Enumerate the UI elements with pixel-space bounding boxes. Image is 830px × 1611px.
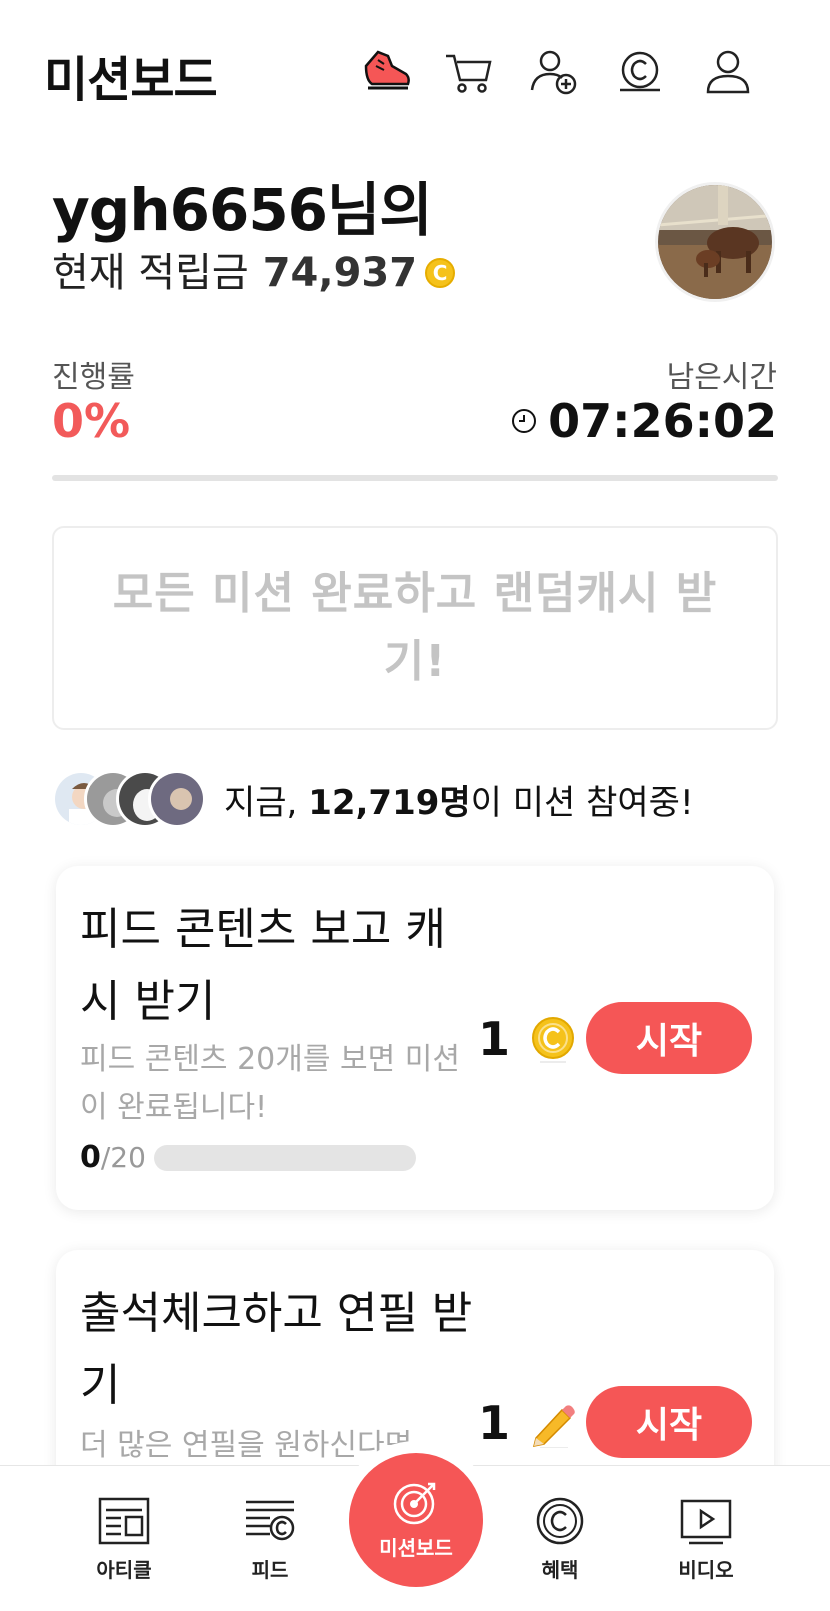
page-title: 미션보드 <box>44 52 218 108</box>
mission-reward: 1 <box>478 1012 578 1066</box>
reward-amount: 1 <box>478 1396 511 1450</box>
tab-mission-board[interactable]: 미션보드 <box>349 1453 483 1587</box>
pencil-icon <box>533 1405 575 1448</box>
avatar[interactable] <box>655 182 775 302</box>
balance-value: 74,937 <box>262 250 418 296</box>
user-icon[interactable] <box>700 44 756 100</box>
start-button[interactable]: 시작 <box>586 1386 752 1458</box>
tab-video[interactable]: 비디오 <box>646 1496 766 1583</box>
username-greeting: ygh6656님의 <box>52 176 433 244</box>
tab-feed[interactable]: 피드 <box>210 1496 330 1583</box>
top-header: 미션보드 <box>0 0 830 145</box>
remaining-time-label: 남은시간 <box>666 360 777 395</box>
bonus-text: 모든 미션 완료하고 랜덤캐시 받기! <box>112 568 718 687</box>
start-button[interactable]: 시작 <box>586 1002 752 1074</box>
mission-description: 피드 콘텐츠 20개를 보면 미션이 완료됩니다! <box>80 1042 460 1125</box>
video-icon <box>680 1499 732 1545</box>
mission-progress-current: 0 <box>80 1140 101 1175</box>
overall-progress-bar <box>52 475 778 481</box>
participants-row: 지금, 12,719명이 미션 참여중! <box>52 768 694 830</box>
participants-text: 지금, 12,719명이 미션 참여중! <box>224 775 694 824</box>
remaining-time-value: 07:26:02 <box>548 394 777 448</box>
tab-label: 혜택 <box>541 1558 579 1582</box>
tab-benefits[interactable]: 혜택 <box>500 1496 620 1583</box>
benefit-coin-icon <box>536 1497 584 1545</box>
add-friend-icon[interactable] <box>526 44 582 100</box>
balance-row: 현재 적립금 74,937 C <box>52 245 456 301</box>
article-icon <box>98 1497 150 1545</box>
balance-label: 현재 적립금 <box>52 250 249 296</box>
mission-title: 피드 콘텐츠 보고 캐시 받기 <box>80 904 446 1027</box>
tab-label: 피드 <box>251 1558 289 1582</box>
target-icon <box>393 1482 436 1524</box>
participants-count: 12,719명 <box>308 782 471 823</box>
bonus-banner[interactable]: 모든 미션 완료하고 랜덤캐시 받기! <box>52 526 778 730</box>
mission-title: 출석체크하고 연필 받기 <box>80 1288 473 1411</box>
progress-value: 0% <box>52 394 131 448</box>
progress-label: 진행률 <box>52 360 135 395</box>
shoe-icon[interactable] <box>358 44 414 100</box>
participants-suffix: 이 미션 참여중! <box>470 782 694 823</box>
mission-progress: 0 /20 <box>80 1140 416 1175</box>
tab-label: 비디오 <box>678 1558 734 1582</box>
participant-avatar <box>148 770 206 828</box>
clock-icon <box>512 409 537 433</box>
profile-summary: ygh6656님의 현재 적립금 74,937 C <box>52 175 456 301</box>
tab-label: 미션보드 <box>379 1535 453 1560</box>
cart-icon[interactable] <box>440 44 496 100</box>
remaining-time: 07:26:02 <box>510 394 777 448</box>
feed-icon <box>246 1500 295 1541</box>
mission-reward: 1 <box>478 1396 578 1450</box>
tab-article[interactable]: 아티클 <box>64 1496 184 1583</box>
tab-label: 아티클 <box>96 1558 152 1582</box>
participants-prefix: 지금, <box>224 782 309 823</box>
mission-progress-total: /20 <box>100 1141 146 1174</box>
coin-badge-icon: C <box>425 258 456 288</box>
coin-icon <box>532 1017 575 1063</box>
coin-icon[interactable] <box>612 44 668 100</box>
mission-progress-bar <box>153 1144 416 1171</box>
mission-card[interactable]: 피드 콘텐츠 보고 캐시 받기 피드 콘텐츠 20개를 보면 미션이 완료됩니다… <box>56 866 774 1210</box>
reward-amount: 1 <box>478 1012 511 1066</box>
